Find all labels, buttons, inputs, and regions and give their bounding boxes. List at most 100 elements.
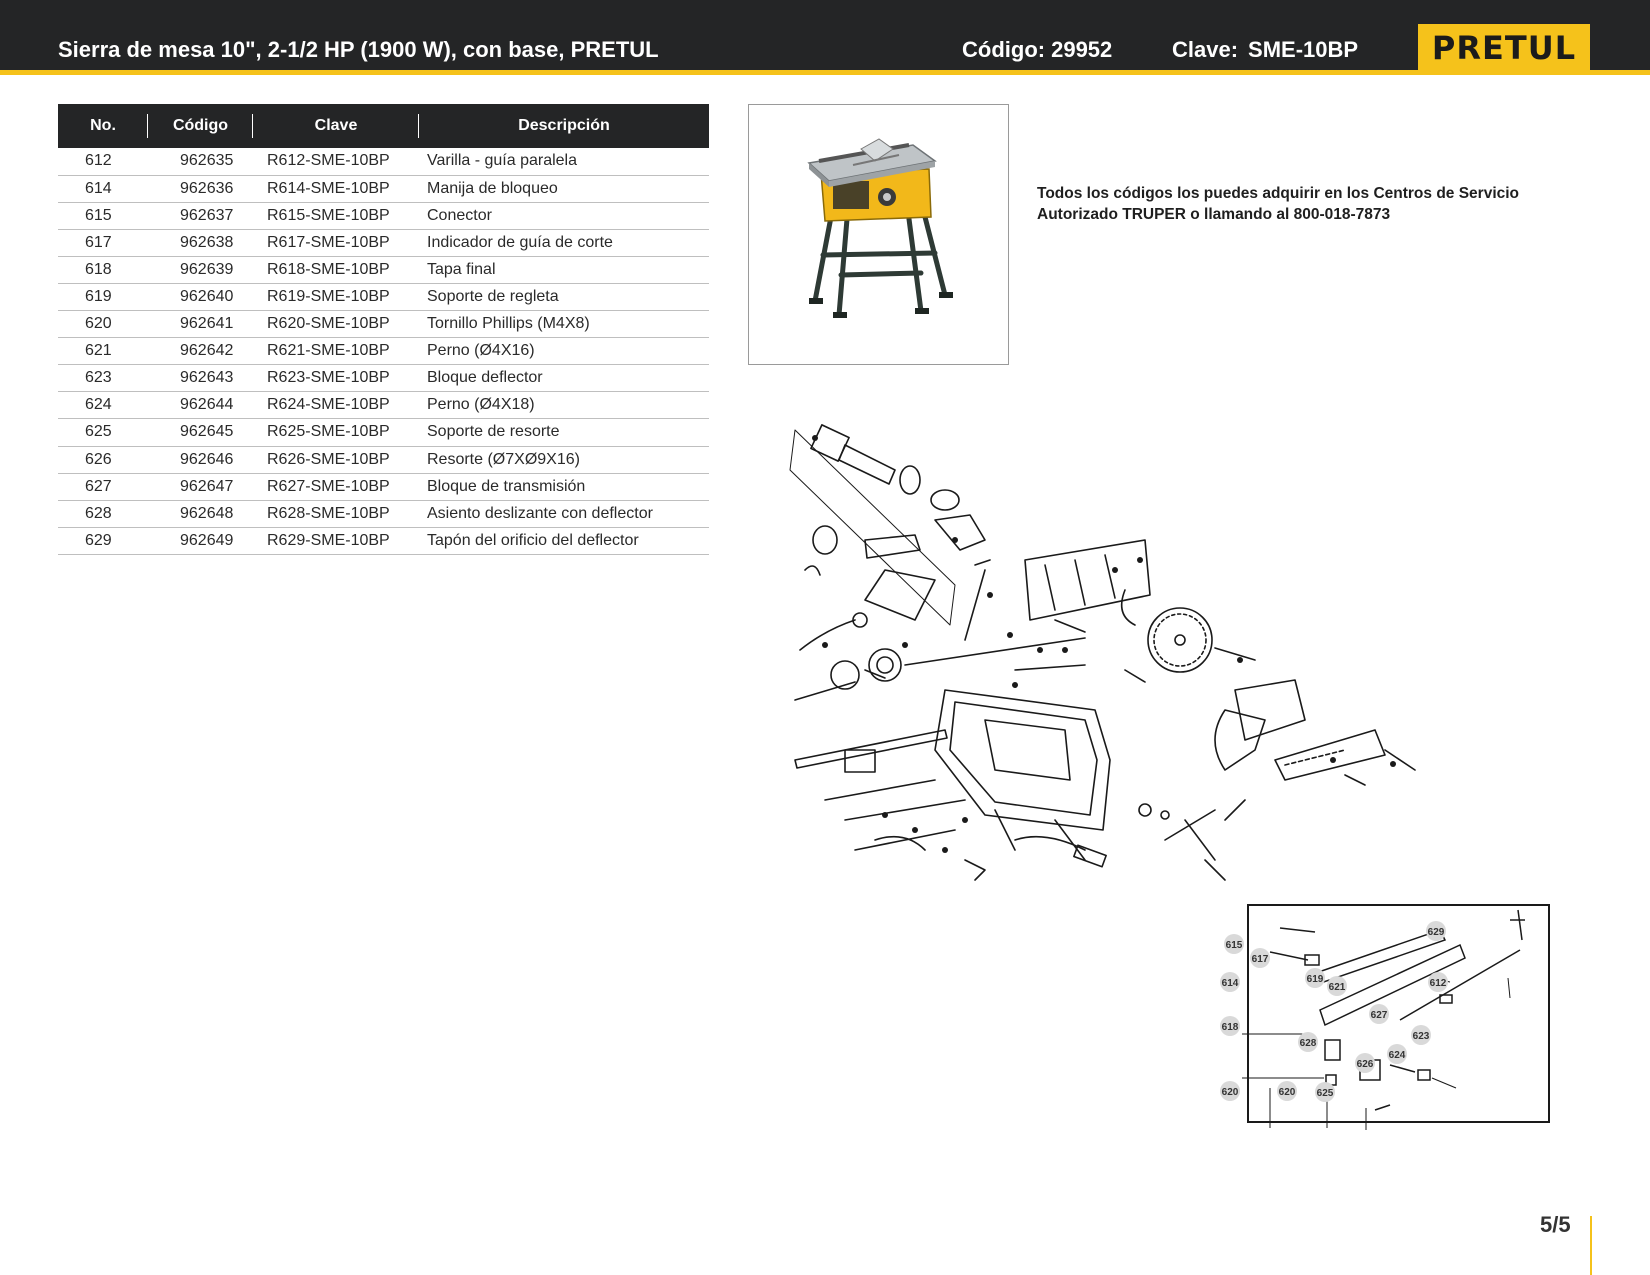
callout-label: 628 (1300, 1038, 1317, 1049)
callout-label: 620 (1279, 1087, 1296, 1098)
cell-codigo: 962645 (148, 418, 253, 447)
callout-label: 615 (1226, 940, 1243, 951)
cell-clave: R612-SME-10BP (253, 148, 419, 176)
cell-descripcion: Indicador de guía de corte (419, 229, 709, 257)
brand-logo: PRETUL (1418, 24, 1590, 74)
cell-no: 614 (58, 175, 148, 203)
cell-clave: R628-SME-10BP (253, 500, 419, 528)
cell-descripcion: Conector (419, 202, 709, 230)
cell-codigo: 962647 (148, 473, 253, 501)
cell-no: 619 (58, 283, 148, 312)
cell-no: 621 (58, 337, 148, 366)
cell-no: 617 (58, 229, 148, 257)
cell-clave: R620-SME-10BP (253, 310, 419, 339)
cell-codigo: 962635 (148, 148, 253, 176)
col-header-clave: Clave (253, 104, 419, 148)
callout-label: 621 (1329, 982, 1346, 993)
cell-codigo: 962641 (148, 310, 253, 339)
cell-clave: R615-SME-10BP (253, 202, 419, 230)
table-row: 615 962637 R615-SME-10BP Conector (58, 202, 709, 230)
cell-clave: R617-SME-10BP (253, 229, 419, 257)
cell-clave: R629-SME-10BP (253, 527, 419, 555)
cell-no: 615 (58, 202, 148, 230)
col-header-codigo: Código (148, 104, 253, 148)
cell-codigo: 962638 (148, 229, 253, 257)
cell-descripcion: Manija de bloqueo (419, 175, 709, 203)
table-row: 625 962645 R625-SME-10BP Soporte de resorte (58, 418, 709, 447)
table-row: 629 962649 R629-SME-10BP Tapón del orificio… (58, 527, 709, 555)
cell-codigo: 962649 (148, 527, 253, 555)
fence-assembly-inset: 629 615 617 612 614 619 621 627 618 623 628 624 626 6… (1220, 904, 1550, 1130)
table-row: 627 962647 R627-SME-10BP Bloque de transmis… (58, 473, 709, 501)
cell-descripcion: Asiento deslizante con deflector (419, 500, 709, 528)
cell-no: 620 (58, 310, 148, 339)
callout-label: 619 (1307, 974, 1324, 985)
callout-label: 627 (1371, 1010, 1388, 1021)
table-row: 623 962643 R623-SME-10BP Bloque deflector (58, 364, 709, 393)
cell-no: 628 (58, 500, 148, 528)
cell-codigo: 962639 (148, 256, 253, 284)
cell-codigo: 962648 (148, 500, 253, 528)
cell-descripcion: Perno (Ø4X16) (419, 337, 709, 366)
header-accent-line (0, 70, 1650, 75)
cell-clave: R621-SME-10BP (253, 337, 419, 366)
cell-clave: R627-SME-10BP (253, 473, 419, 501)
cell-codigo: 962642 (148, 337, 253, 366)
exploded-view-diagram (789, 424, 1416, 881)
table-row: 614 962636 R614-SME-10BP Manija de bloqueo (58, 175, 709, 203)
table-row: 624 962644 R624-SME-10BP Perno (Ø4X18) (58, 391, 709, 420)
callout-label: 614 (1222, 978, 1239, 989)
product-clave: Clave: SME-10BP (1172, 37, 1358, 63)
clave-value: SME-10BP (1248, 37, 1359, 62)
cell-clave: R625-SME-10BP (253, 418, 419, 447)
callout-label: 620 (1222, 1087, 1239, 1098)
service-note: Todos los códigos los puedes adquirir en… (1037, 185, 1520, 223)
cell-clave: R624-SME-10BP (253, 391, 419, 420)
codigo-label: Código: (962, 37, 1046, 62)
cell-descripcion: Tornillo Phillips (M4X8) (419, 310, 709, 339)
cell-clave: R614-SME-10BP (253, 175, 419, 203)
cell-no: 625 (58, 418, 148, 447)
table-header-row: No. Código Clave Descripción (58, 104, 709, 148)
cell-descripcion: Varilla - guía paralela (419, 148, 709, 176)
cell-no: 626 (58, 446, 148, 474)
clave-label: Clave: (1172, 37, 1239, 62)
cell-codigo: 962636 (148, 175, 253, 203)
cell-clave: R626-SME-10BP (253, 446, 419, 474)
product-code: Código: 29952 (962, 37, 1112, 63)
cell-codigo: 962640 (148, 283, 253, 312)
cell-clave: R618-SME-10BP (253, 256, 419, 284)
table-row: 626 962646 R626-SME-10BP Resorte (Ø7XØ9X16) (58, 446, 709, 474)
cell-clave: R619-SME-10BP (253, 283, 419, 312)
callout-label: 624 (1389, 1050, 1406, 1061)
cell-descripcion: Tapón del orificio del deflector (419, 527, 709, 555)
cell-descripcion: Bloque deflector (419, 364, 709, 393)
logo-text: PRETUL (1431, 29, 1577, 67)
cell-codigo: 962643 (148, 364, 253, 393)
cell-descripcion: Resorte (Ø7XØ9X16) (419, 446, 709, 474)
cell-no: 629 (58, 527, 148, 555)
page-title: Sierra de mesa 10", 2-1/2 HP (1900 W), c… (58, 37, 659, 62)
cell-codigo: 962644 (148, 391, 253, 420)
table-row: 618 962639 R618-SME-10BP Tapa final (58, 256, 709, 284)
callout-label: 626 (1357, 1059, 1374, 1070)
col-header-descripcion: Descripción (419, 104, 709, 148)
cell-clave: R623-SME-10BP (253, 364, 419, 393)
cell-descripcion: Soporte de resorte (419, 418, 709, 447)
table-row: 619 962640 R619-SME-10BP Soporte de regleta (58, 283, 709, 312)
cell-no: 627 (58, 473, 148, 501)
table-row: 612 962635 R612-SME-10BP Varilla - guía par… (58, 148, 709, 176)
page-accent-line (1590, 1216, 1592, 1275)
callout-label: 617 (1252, 954, 1269, 965)
cell-codigo: 962646 (148, 446, 253, 474)
callout-label: 629 (1428, 927, 1445, 938)
callout-label: 612 (1430, 978, 1447, 989)
table-row: 620 962641 R620-SME-10BP Tornillo Phillips … (58, 310, 709, 339)
col-header-no: No. (58, 104, 148, 148)
cell-descripcion: Soporte de regleta (419, 283, 709, 312)
cell-descripcion: Tapa final (419, 256, 709, 284)
cell-no: 618 (58, 256, 148, 284)
cell-descripcion: Bloque de transmisión (419, 473, 709, 501)
cell-no: 623 (58, 364, 148, 393)
table-saw-illustration (807, 138, 953, 318)
